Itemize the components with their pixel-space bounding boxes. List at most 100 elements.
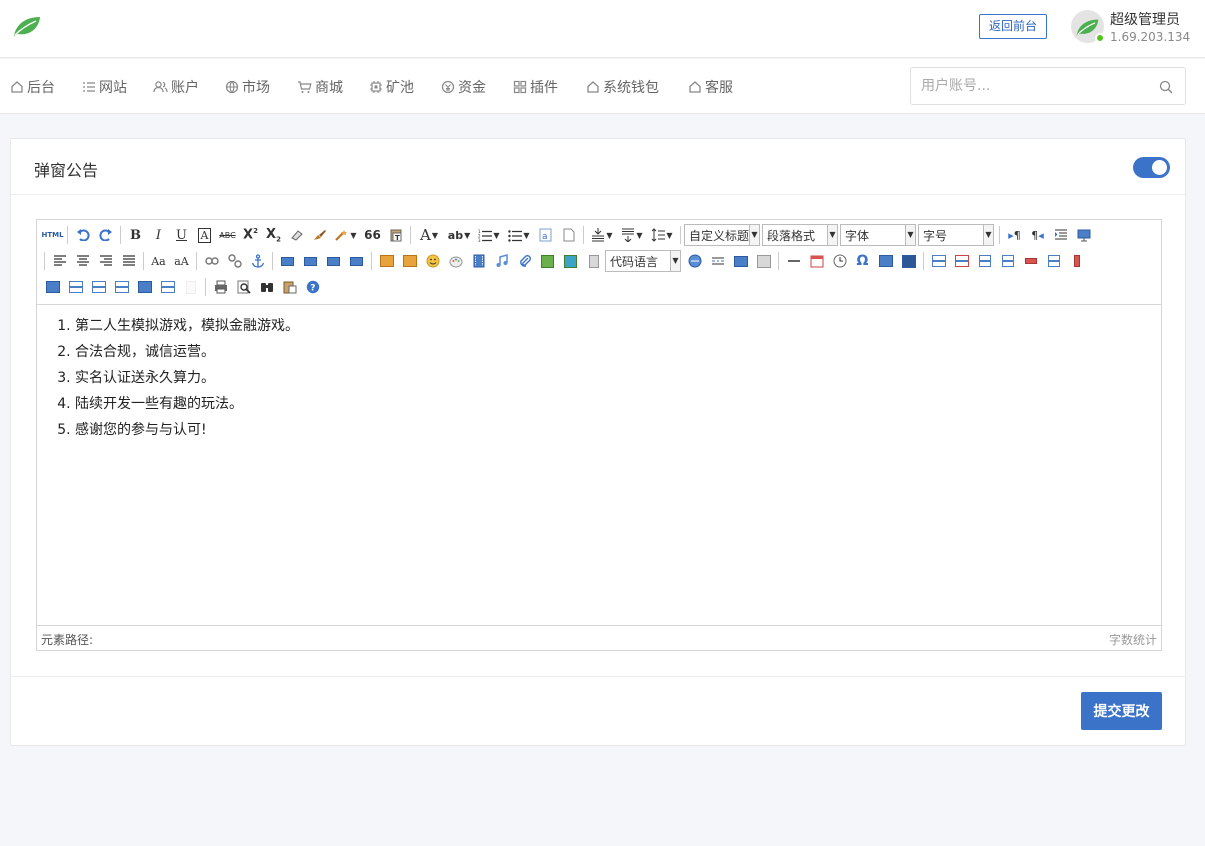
blockquote-button[interactable]: 66 bbox=[361, 224, 384, 246]
nav-item-shop[interactable]: 商城 bbox=[297, 77, 343, 97]
nav-item-plugins[interactable]: 插件 bbox=[513, 77, 558, 97]
nav-item-account[interactable]: 账户 bbox=[153, 77, 199, 97]
code-language-select[interactable]: 代码语言 ▼ bbox=[605, 250, 681, 272]
special-chars-icon[interactable]: Ω bbox=[851, 250, 874, 272]
web-page-icon[interactable] bbox=[683, 250, 706, 272]
search-input[interactable] bbox=[921, 76, 1151, 96]
image-right-icon[interactable] bbox=[322, 250, 345, 272]
page-break-icon[interactable] bbox=[706, 250, 729, 272]
anchor-icon[interactable] bbox=[246, 250, 269, 272]
paste-text-icon[interactable]: T bbox=[384, 224, 407, 246]
simple-upload-icon[interactable] bbox=[375, 250, 398, 272]
merge-down-icon[interactable] bbox=[87, 276, 110, 298]
clipboard-icon[interactable] bbox=[278, 276, 301, 298]
superscript-icon[interactable]: X2 bbox=[239, 224, 262, 246]
ordered-list-icon[interactable]: 1 2 3 ▼ bbox=[474, 224, 504, 246]
html-source-button[interactable]: HTML bbox=[41, 224, 64, 246]
nav-item-system-wallet[interactable]: 系统钱包 bbox=[586, 77, 659, 97]
image-left-icon[interactable] bbox=[299, 250, 322, 272]
ltr-direction-icon[interactable]: ▸¶ bbox=[1003, 224, 1026, 246]
merge-cells-icon[interactable] bbox=[41, 276, 64, 298]
redo-icon[interactable] bbox=[94, 224, 117, 246]
insert-paragraph-before-table-icon[interactable] bbox=[973, 250, 996, 272]
font-family-select[interactable]: 字体 ▼ bbox=[840, 224, 916, 246]
nav-item-website[interactable]: 网站 bbox=[82, 77, 127, 97]
rtl-direction-icon[interactable]: ¶◂ bbox=[1026, 224, 1049, 246]
horizontal-rule-icon[interactable] bbox=[782, 250, 805, 272]
nav-item-backend[interactable]: 后台 bbox=[10, 77, 55, 97]
search-replace-icon[interactable] bbox=[255, 276, 278, 298]
insert-row-icon[interactable] bbox=[996, 250, 1019, 272]
google-map-icon[interactable] bbox=[559, 250, 582, 272]
time-icon[interactable] bbox=[828, 250, 851, 272]
insert-frame-icon[interactable] bbox=[582, 250, 605, 272]
background-icon[interactable] bbox=[752, 250, 775, 272]
insert-image-icon[interactable] bbox=[398, 250, 421, 272]
insert-table-icon[interactable] bbox=[927, 250, 950, 272]
leaf-logo-icon[interactable] bbox=[12, 14, 42, 38]
highlight-color-icon[interactable]: ab ▼ bbox=[444, 224, 474, 246]
editor-content[interactable]: 第二人生模拟游戏，模拟金融游戏。 合法合规，诚信运营。 实名认证送永久算力。 陆… bbox=[37, 306, 1161, 626]
font-color-icon[interactable]: A ▼ bbox=[414, 224, 444, 246]
nav-item-pool[interactable]: 矿池 bbox=[369, 77, 414, 97]
snapscreen-icon[interactable] bbox=[874, 250, 897, 272]
chart-icon[interactable] bbox=[179, 276, 202, 298]
emotion-icon[interactable] bbox=[421, 250, 444, 272]
word-image-icon[interactable] bbox=[897, 250, 920, 272]
delete-row-icon[interactable] bbox=[1019, 250, 1042, 272]
align-center-icon[interactable] bbox=[71, 250, 94, 272]
scrawl-icon[interactable] bbox=[444, 250, 467, 272]
template-icon[interactable] bbox=[729, 250, 752, 272]
nav-item-support[interactable]: 客服 bbox=[688, 77, 733, 97]
select-all-icon[interactable]: a bbox=[534, 224, 557, 246]
image-none-icon[interactable] bbox=[276, 250, 299, 272]
insert-video-icon[interactable] bbox=[467, 250, 490, 272]
italic-button[interactable]: I bbox=[147, 224, 170, 246]
undo-icon[interactable] bbox=[71, 224, 94, 246]
unordered-list-icon[interactable]: ▼ bbox=[504, 224, 534, 246]
align-left-icon[interactable] bbox=[48, 250, 71, 272]
attachment-icon[interactable] bbox=[513, 250, 536, 272]
nav-item-funds[interactable]: 资金 bbox=[441, 77, 486, 97]
unlink-icon[interactable] bbox=[223, 250, 246, 272]
preview-icon[interactable] bbox=[232, 276, 255, 298]
uppercase-icon[interactable]: Aa bbox=[147, 250, 170, 272]
search-icon[interactable] bbox=[1159, 80, 1173, 94]
strikethrough-button[interactable]: ABC bbox=[216, 224, 239, 246]
format-brush-icon[interactable] bbox=[308, 224, 331, 246]
submit-button[interactable]: 提交更改 bbox=[1081, 692, 1162, 730]
clear-doc-icon[interactable] bbox=[557, 224, 580, 246]
merge-right-icon[interactable] bbox=[64, 276, 87, 298]
delete-col-icon[interactable] bbox=[1065, 250, 1088, 272]
eraser-icon[interactable] bbox=[285, 224, 308, 246]
line-height-icon[interactable]: ▼ bbox=[647, 224, 677, 246]
align-right-icon[interactable] bbox=[94, 250, 117, 272]
help-icon[interactable]: ? bbox=[301, 276, 324, 298]
custom-title-select[interactable]: 自定义标题 ▼ bbox=[684, 224, 760, 246]
split-to-cells-icon[interactable] bbox=[110, 276, 133, 298]
underline-button[interactable]: U bbox=[170, 224, 193, 246]
avatar[interactable] bbox=[1071, 10, 1105, 43]
insert-col-icon[interactable] bbox=[1042, 250, 1065, 272]
font-size-select[interactable]: 字号 ▼ bbox=[918, 224, 994, 246]
preview-monitor-icon[interactable] bbox=[1072, 224, 1095, 246]
font-border-icon[interactable]: A bbox=[193, 224, 216, 246]
paragraph-format-select[interactable]: 段落格式 ▼ bbox=[762, 224, 838, 246]
align-justify-icon[interactable] bbox=[117, 250, 140, 272]
subscript-icon[interactable]: X2 bbox=[262, 224, 285, 246]
bold-button[interactable]: B bbox=[124, 224, 147, 246]
nav-item-market[interactable]: 市场 bbox=[225, 77, 270, 97]
row-spacing-bottom-icon[interactable]: ▼ bbox=[617, 224, 647, 246]
music-icon[interactable] bbox=[490, 250, 513, 272]
date-icon[interactable] bbox=[805, 250, 828, 272]
split-to-rows-icon[interactable] bbox=[133, 276, 156, 298]
return-frontend-button[interactable]: 返回前台 bbox=[979, 14, 1047, 39]
delete-table-icon[interactable] bbox=[950, 250, 973, 272]
indent-icon[interactable] bbox=[1049, 224, 1072, 246]
image-center-icon[interactable] bbox=[345, 250, 368, 272]
link-icon[interactable] bbox=[200, 250, 223, 272]
print-icon[interactable] bbox=[209, 276, 232, 298]
user-name[interactable]: 超级管理员 bbox=[1110, 9, 1180, 29]
row-spacing-top-icon[interactable]: ▼ bbox=[587, 224, 617, 246]
image-gallery-icon[interactable] bbox=[536, 250, 559, 272]
